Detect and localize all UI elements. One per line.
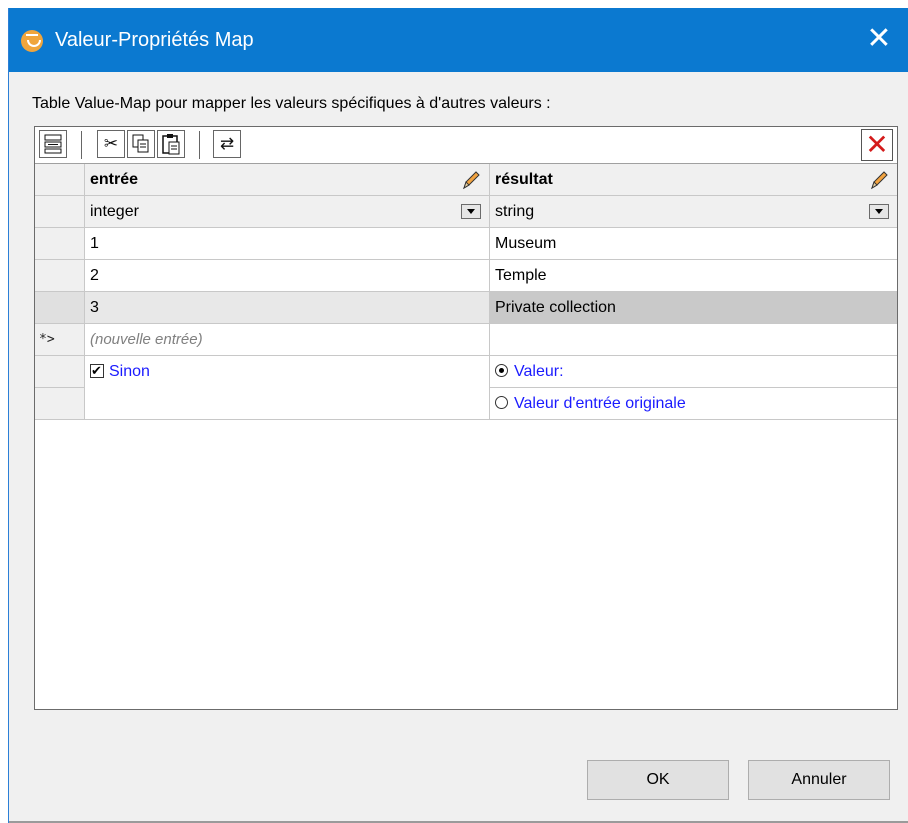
radio-original-label: Valeur d'entrée originale [514,395,686,412]
column-header-label: entrée [90,171,139,188]
insert-row-icon[interactable] [39,130,67,158]
input-cell[interactable]: 3 [85,292,490,324]
radio-unselected-icon[interactable] [495,396,508,409]
row-header-cell [35,388,85,420]
dialog-window: Valeur-Propriétés Map ✕ Table Value-Map … [8,8,908,823]
cut-icon[interactable]: ✂ [97,130,125,158]
radio-selected-icon[interactable] [495,364,508,377]
mapforce-icon [21,30,43,52]
row-header-cell [35,164,85,196]
row-header-cell[interactable] [35,292,85,324]
row-header-cell[interactable] [35,260,85,292]
chevron-down-icon[interactable] [461,204,481,219]
input-cell[interactable]: 1 [85,228,490,260]
table-row: 2 Temple [35,260,897,292]
swap-columns-icon[interactable]: ⇄ [213,130,241,158]
table-toolbar: ✂ ⇄ ✕ [35,127,897,164]
table-row-selected: 3 Private collection [35,292,897,324]
new-entry-output[interactable] [490,324,897,356]
input-cell[interactable]: 2 [85,260,490,292]
toolbar-separator [81,131,82,159]
new-entry-input[interactable]: (nouvelle entrée) [85,324,490,356]
ok-button[interactable]: OK [587,760,729,800]
output-type-select[interactable]: string [490,196,897,228]
checkbox-checked-icon[interactable] [90,356,104,388]
row-header-cell [35,196,85,228]
toolbar-separator [199,131,200,159]
window-title: Valeur-Propriétés Map [55,29,254,51]
close-button[interactable]: ✕ [859,20,899,60]
copy-icon[interactable] [127,130,155,158]
value-map-table: ✂ ⇄ ✕ entrée résultat integer string 1 M… [34,126,898,710]
table-row: 1 Museum [35,228,897,260]
type-row: integer string [35,196,897,228]
output-cell[interactable]: Private collection [490,292,897,324]
delete-icon[interactable]: ✕ [861,129,893,161]
otherwise-row-2: Valeur d'entrée originale [35,388,897,420]
output-cell[interactable]: Museum [490,228,897,260]
empty-cell [85,388,490,420]
header-row: entrée résultat [35,164,897,196]
column-header-input[interactable]: entrée [85,164,490,196]
input-type-select[interactable]: integer [85,196,490,228]
new-entry-row: *> (nouvelle entrée) [35,324,897,356]
column-header-label: résultat [495,171,553,188]
row-header-cell [35,356,85,388]
row-header-cell[interactable] [35,228,85,260]
otherwise-row: Sinon Valeur: [35,356,897,388]
title-bar: Valeur-Propriétés Map ✕ [9,8,908,72]
chevron-down-icon[interactable] [869,204,889,219]
output-type-value: string [495,203,535,220]
column-header-output[interactable]: résultat [490,164,897,196]
cancel-button[interactable]: Annuler [748,760,890,800]
radio-value-label: Valeur: [514,363,564,380]
radio-original-option[interactable]: Valeur d'entrée originale [490,388,897,420]
table-caption: Table Value-Map pour mapper les valeurs … [32,95,551,112]
paste-icon[interactable] [157,130,185,158]
radio-value-option[interactable]: Valeur: [490,356,897,388]
pencil-icon[interactable] [461,170,481,190]
otherwise-checkbox[interactable]: Sinon [85,356,490,388]
new-row-marker: *> [35,324,85,356]
otherwise-label: Sinon [109,363,150,380]
input-type-value: integer [90,203,139,220]
output-cell[interactable]: Temple [490,260,897,292]
pencil-icon[interactable] [869,170,889,190]
